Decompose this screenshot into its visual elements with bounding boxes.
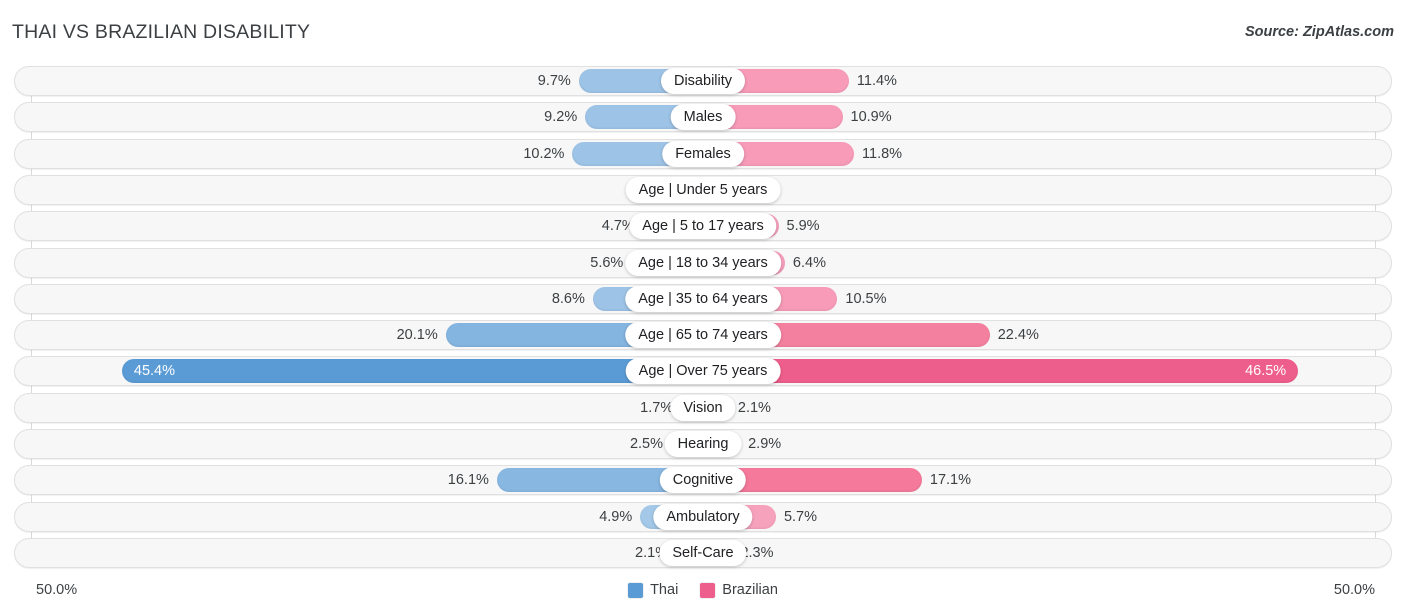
- chart-row: 4.9% 5.7% Ambulatory: [14, 501, 1392, 532]
- value-label-brazilian: 10.5%: [845, 290, 887, 307]
- chart-row: 4.7% 5.9% Age | 5 to 17 years: [14, 211, 1392, 242]
- value-label-brazilian: 2.1%: [737, 399, 771, 416]
- category-label: Disability: [660, 68, 746, 94]
- chart-row: 5.6% 6.4% Age | 18 to 34 years: [14, 247, 1392, 278]
- legend-item[interactable]: Thai: [628, 582, 678, 598]
- source-attribution: Source: ZipAtlas.com: [1244, 24, 1394, 40]
- value-label-thai: 9.2%: [544, 109, 578, 126]
- category-label: Age | 18 to 34 years: [625, 249, 781, 276]
- chart-row: 1.1%1.5%Age | Under 5 years: [14, 174, 1392, 205]
- value-label-thai: 8.6%: [551, 290, 585, 307]
- category-label: Ambulatory: [653, 503, 753, 530]
- legend-label: Thai: [650, 582, 679, 598]
- value-label-thai: 16.1%: [447, 472, 489, 489]
- value-label-thai: 1.7%: [640, 399, 674, 416]
- category-label: Age | Over 75 years: [625, 358, 781, 385]
- chart-row: 45.4% 46.5% Age | Over 75 years: [14, 356, 1392, 387]
- category-label: Self-Care: [659, 539, 747, 566]
- value-label-thai: 45.4%: [133, 363, 175, 380]
- chart-row: 2.5% 2.9% Hearing: [14, 429, 1392, 459]
- value-label-brazilian: 6.4%: [792, 254, 826, 271]
- page-title: THAI VS BRAZILIAN DISABILITY: [12, 21, 311, 43]
- chart-row: 2.1% 2.3% Self-Care: [14, 537, 1392, 568]
- category-label: Age | 5 to 17 years: [629, 213, 777, 240]
- value-label-brazilian: 11.4%: [856, 73, 897, 89]
- chart-legend: Thai Brazilian: [0, 582, 1406, 598]
- chart-header: THAI VS BRAZILIAN DISABILITY Source: Zip…: [0, 0, 1406, 58]
- chart-row: 8.6% 10.5% Age | 35 to 64 years: [14, 283, 1392, 314]
- value-label-thai: 4.7%: [601, 218, 635, 235]
- value-label-thai: 20.1%: [396, 327, 438, 344]
- chart-row: 9.7% 11.4% Disability: [14, 66, 1392, 96]
- value-label-brazilian: 5.9%: [786, 218, 820, 235]
- legend-swatch-icon: [628, 582, 644, 598]
- value-label-brazilian: 22.4%: [997, 327, 1039, 344]
- value-label-brazilian: 2.3%: [740, 544, 774, 561]
- value-label-thai: 4.9%: [599, 508, 633, 525]
- chart-footer: 50.0% 50.0% Thai Brazilian: [0, 574, 1406, 612]
- chart-row: 10.2% 11.8% Females: [14, 138, 1392, 169]
- category-label: Hearing: [664, 431, 742, 457]
- legend-label: Brazilian: [722, 582, 778, 598]
- chart-row: 9.2% 10.9% Males: [14, 102, 1392, 133]
- chart-page: THAI VS BRAZILIAN DISABILITY Source: Zip…: [0, 0, 1406, 612]
- value-label-thai: 2.1%: [635, 544, 669, 561]
- value-label-brazilian: 10.9%: [850, 109, 892, 126]
- category-label: Females: [662, 140, 744, 167]
- chart-plot-area: 9.7% 11.4% Disability 9.2% 10.9% Males 10.2% 11…: [0, 58, 1406, 574]
- category-label: Age | 35 to 64 years: [625, 285, 781, 312]
- chart-row: 20.1% 22.4% Age | 65 to 74 years: [14, 320, 1392, 351]
- value-label-thai: 2.5%: [629, 436, 663, 452]
- value-label-brazilian: 11.8%: [862, 145, 903, 162]
- chart-row: 1.7% 2.1% Vision: [14, 392, 1392, 423]
- category-label: Age | 65 to 74 years: [625, 322, 781, 349]
- chart-row: 16.1% 17.1% Cognitive: [14, 465, 1392, 496]
- value-label-brazilian: 5.7%: [783, 508, 818, 525]
- value-label-thai: 10.2%: [523, 145, 565, 162]
- value-label-thai: 5.6%: [590, 254, 624, 271]
- value-label-brazilian: 17.1%: [929, 472, 971, 489]
- value-label-brazilian: 2.9%: [748, 436, 782, 452]
- category-label: Age | Under 5 years: [625, 176, 781, 203]
- legend-swatch-icon: [700, 582, 716, 598]
- value-label-brazilian: 46.5%: [1245, 363, 1287, 380]
- category-label: Vision: [670, 394, 736, 421]
- legend-item[interactable]: Brazilian: [700, 582, 778, 598]
- category-label: Males: [670, 104, 736, 131]
- value-label-thai: 9.7%: [537, 73, 571, 89]
- category-label: Cognitive: [659, 467, 747, 494]
